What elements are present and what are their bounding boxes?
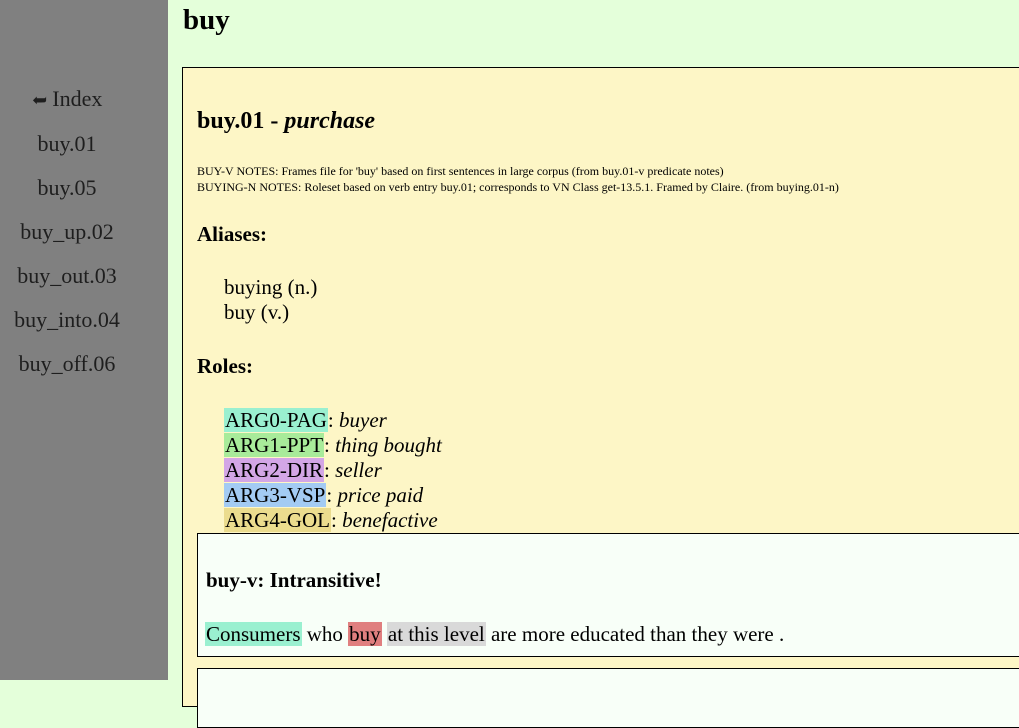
example-box: buy-v: Intransitive! Consumers who buy a…	[197, 533, 1019, 657]
example-token: are more educated than they were .	[485, 622, 785, 646]
alias-item: buy (v.)	[224, 300, 290, 324]
role-description: seller	[335, 458, 382, 482]
role-item: ARG1-PPT: thing bought	[224, 433, 442, 457]
roles-list: ARG0-PAG: buyer ARG1-PPT: thing bought A…	[224, 408, 442, 533]
role-description: thing bought	[335, 433, 442, 457]
example-box-next	[197, 668, 1019, 728]
role-tag: ARG3-VSP	[224, 483, 327, 507]
example-token: Consumers	[205, 622, 302, 646]
aliases-heading: Aliases:	[197, 222, 267, 246]
example-token-relation: buy	[348, 622, 382, 646]
role-tag: ARG4-GOL	[224, 508, 331, 532]
verb-notes: BUY-V NOTES: Frames file for 'buy' based…	[197, 164, 724, 178]
roleset-id: buy.01	[197, 108, 265, 134]
sidebar-item-buy-01[interactable]: buy.01	[0, 131, 134, 157]
role-description: benefactive	[342, 508, 438, 532]
role-item: ARG3-VSP: price paid	[224, 483, 424, 507]
example-name: buy-v: Intransitive!	[206, 568, 382, 592]
page-title: buy	[183, 4, 230, 36]
role-tag: ARG1-PPT	[224, 433, 325, 457]
example-text: Consumers who buy at this level are more…	[205, 622, 784, 647]
alias-list: buying (n.) buy (v.)	[224, 275, 317, 325]
roles-heading: Roles:	[197, 354, 253, 378]
sidebar-item-buy-05[interactable]: buy.05	[0, 175, 134, 201]
role-description: buyer	[339, 408, 387, 432]
sidebar-item-buy-off-06[interactable]: buy_off.06	[0, 351, 134, 377]
back-arrow-icon: ➥	[31, 90, 47, 110]
role-item: ARG2-DIR: seller	[224, 458, 382, 482]
sidebar-index-link[interactable]: ➥ Index	[0, 86, 134, 112]
sidebar: ➥ Index buy.01 buy.05 buy_up.02 buy_out.…	[0, 0, 168, 680]
roleset-name: purchase	[284, 108, 376, 134]
alias-item: buying (n.)	[224, 275, 318, 299]
sidebar-item-buy-out-03[interactable]: buy_out.03	[0, 263, 134, 289]
role-item: ARG4-GOL: benefactive	[224, 508, 438, 532]
role-tag: ARG0-PAG	[224, 408, 328, 432]
role-description: price paid	[337, 483, 424, 507]
role-tag: ARG2-DIR	[224, 458, 324, 482]
sidebar-index-label: Index	[52, 86, 103, 111]
sidebar-item-buy-into-04[interactable]: buy_into.04	[0, 307, 134, 333]
roleset-separator: -	[264, 108, 285, 134]
role-item: ARG0-PAG: buyer	[224, 408, 387, 432]
main-content: buy buy.01 - purchase BUY-V NOTES: Frame…	[168, 0, 1019, 728]
roleset-notes: BUY-V NOTES: Frames file for 'buy' based…	[197, 163, 839, 195]
roleset-title: buy.01 - purchase	[197, 108, 375, 135]
roleset-box: buy.01 - purchase BUY-V NOTES: Frames fi…	[182, 67, 1019, 728]
noun-notes: BUYING-N NOTES: Roleset based on verb en…	[197, 180, 839, 194]
example-token: at this level	[386, 622, 486, 646]
sidebar-item-buy-up-02[interactable]: buy_up.02	[0, 219, 134, 245]
example-token: who	[301, 622, 349, 646]
